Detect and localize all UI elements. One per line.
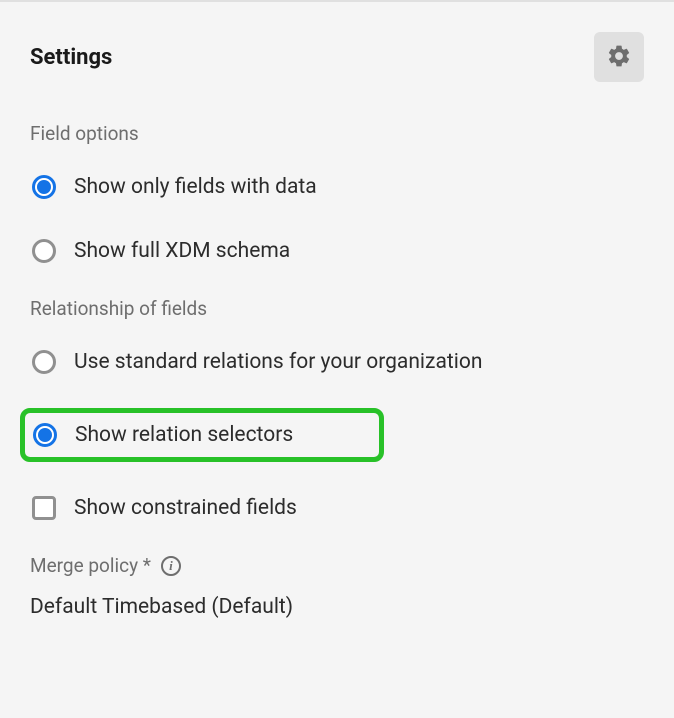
info-icon[interactable]: i — [161, 556, 181, 576]
relationship-section: Relationship of fields Use standard rela… — [30, 297, 644, 462]
checkbox-icon — [32, 496, 56, 520]
radio-icon — [33, 423, 57, 447]
radio-show-relation-selectors[interactable]: Show relation selectors — [20, 408, 384, 462]
radio-label: Use standard relations for your organiza… — [74, 350, 482, 374]
radio-icon — [32, 350, 56, 374]
merge-policy-value[interactable]: Default Timebased (Default) — [30, 595, 644, 619]
radio-label: Show full XDM schema — [74, 239, 290, 263]
radio-icon — [32, 175, 56, 199]
gear-icon — [606, 43, 632, 72]
radio-use-standard-relations[interactable]: Use standard relations for your organiza… — [30, 344, 644, 380]
checkbox-show-constrained-fields[interactable]: Show constrained fields — [30, 490, 644, 526]
field-options-section: Field options Show only fields with data… — [30, 122, 644, 269]
radio-show-full-xdm-schema[interactable]: Show full XDM schema — [30, 233, 644, 269]
radio-show-only-fields-with-data[interactable]: Show only fields with data — [30, 169, 644, 205]
page-title: Settings — [30, 45, 112, 70]
radio-icon — [32, 239, 56, 263]
radio-label: Show only fields with data — [74, 175, 317, 199]
constrained-section: Show constrained fields — [30, 490, 644, 526]
checkbox-label: Show constrained fields — [74, 496, 297, 520]
field-options-label: Field options — [30, 122, 644, 145]
merge-policy-label-row: Merge policy * i — [30, 554, 644, 577]
settings-button[interactable] — [594, 32, 644, 82]
settings-header: Settings — [30, 32, 644, 82]
radio-label: Show relation selectors — [75, 423, 293, 447]
merge-policy-label: Merge policy * — [30, 554, 151, 577]
merge-policy-section: Merge policy * i Default Timebased (Defa… — [30, 554, 644, 619]
settings-panel: Settings Field options Show only fields … — [0, 0, 674, 665]
relationship-label: Relationship of fields — [30, 297, 644, 320]
